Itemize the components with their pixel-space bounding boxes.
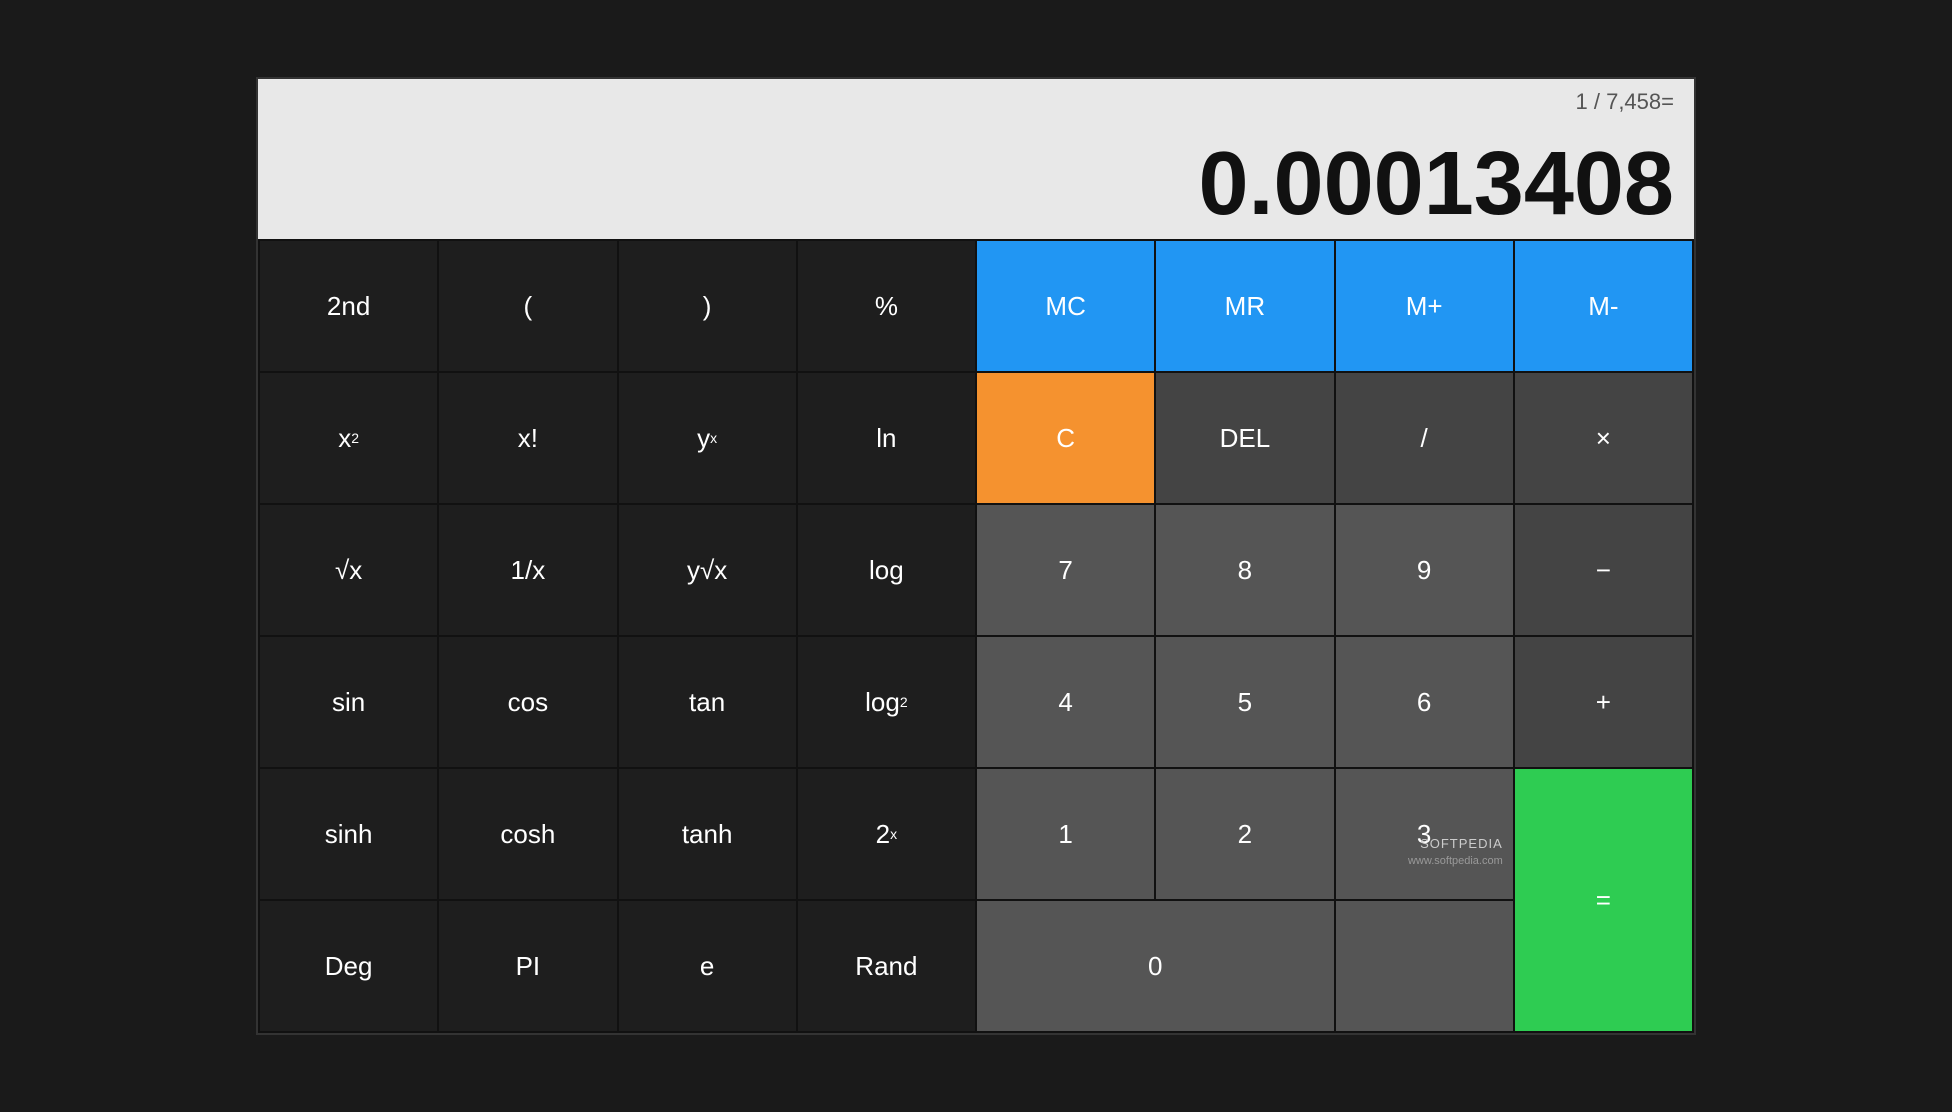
btn-divide[interactable]: / — [1336, 373, 1513, 503]
calculator: 1 / 7,458= 0.00013408 2nd ( ) % MC MR M+… — [256, 77, 1696, 1035]
btn-5[interactable]: 5 — [1156, 637, 1333, 767]
btn-cos[interactable]: cos — [439, 637, 616, 767]
btn-delete[interactable]: DEL — [1156, 373, 1333, 503]
btn-2[interactable]: 2 — [1156, 769, 1333, 899]
btn-open-paren[interactable]: ( — [439, 241, 616, 371]
btn-7[interactable]: 7 — [977, 505, 1154, 635]
btn-log[interactable]: log — [798, 505, 975, 635]
btn-rand[interactable]: Rand — [798, 901, 975, 1031]
display: 1 / 7,458= 0.00013408 — [258, 79, 1694, 239]
btn-euler[interactable]: e — [619, 901, 796, 1031]
btn-6[interactable]: 6 — [1336, 637, 1513, 767]
btn-mr[interactable]: MR — [1156, 241, 1333, 371]
btn-tan[interactable]: tan — [619, 637, 796, 767]
btn-cosh[interactable]: cosh — [439, 769, 616, 899]
btn-0[interactable]: 0 — [977, 901, 1334, 1031]
btn-log2[interactable]: log2 — [798, 637, 975, 767]
display-secondary: 1 / 7,458= — [1576, 89, 1674, 115]
btn-pi[interactable]: PI — [439, 901, 616, 1031]
btn-sin[interactable]: sin — [260, 637, 437, 767]
display-primary: 0.00013408 — [1199, 139, 1675, 229]
btn-4[interactable]: 4 — [977, 637, 1154, 767]
btn-sqrt[interactable]: √x — [260, 505, 437, 635]
button-grid: 2nd ( ) % MC MR M+ M- x2 x! yx ln C DEL … — [258, 239, 1694, 1033]
btn-equals[interactable]: = — [1515, 769, 1692, 1031]
btn-decimal[interactable] — [1336, 901, 1513, 1031]
btn-y-to-x[interactable]: yx — [619, 373, 796, 503]
btn-mc[interactable]: MC — [977, 241, 1154, 371]
btn-reciprocal[interactable]: 1/x — [439, 505, 616, 635]
btn-9[interactable]: 9 — [1336, 505, 1513, 635]
btn-tanh[interactable]: tanh — [619, 769, 796, 899]
btn-3[interactable]: 3 SOFTPEDIA www.softpedia.com — [1336, 769, 1513, 899]
btn-close-paren[interactable]: ) — [619, 241, 796, 371]
btn-m-minus[interactable]: M- — [1515, 241, 1692, 371]
btn-1[interactable]: 1 — [977, 769, 1154, 899]
btn-m-plus[interactable]: M+ — [1336, 241, 1513, 371]
btn-multiply[interactable]: × — [1515, 373, 1692, 503]
btn-clear[interactable]: C — [977, 373, 1154, 503]
btn-ln[interactable]: ln — [798, 373, 975, 503]
btn-y-root-x[interactable]: y√x — [619, 505, 796, 635]
btn-percent[interactable]: % — [798, 241, 975, 371]
btn-x-squared[interactable]: x2 — [260, 373, 437, 503]
btn-subtract[interactable]: − — [1515, 505, 1692, 635]
btn-2-to-x[interactable]: 2x — [798, 769, 975, 899]
btn-sinh[interactable]: sinh — [260, 769, 437, 899]
btn-deg[interactable]: Deg — [260, 901, 437, 1031]
btn-2nd[interactable]: 2nd — [260, 241, 437, 371]
btn-8[interactable]: 8 — [1156, 505, 1333, 635]
btn-add[interactable]: + — [1515, 637, 1692, 767]
btn-x-factorial[interactable]: x! — [439, 373, 616, 503]
